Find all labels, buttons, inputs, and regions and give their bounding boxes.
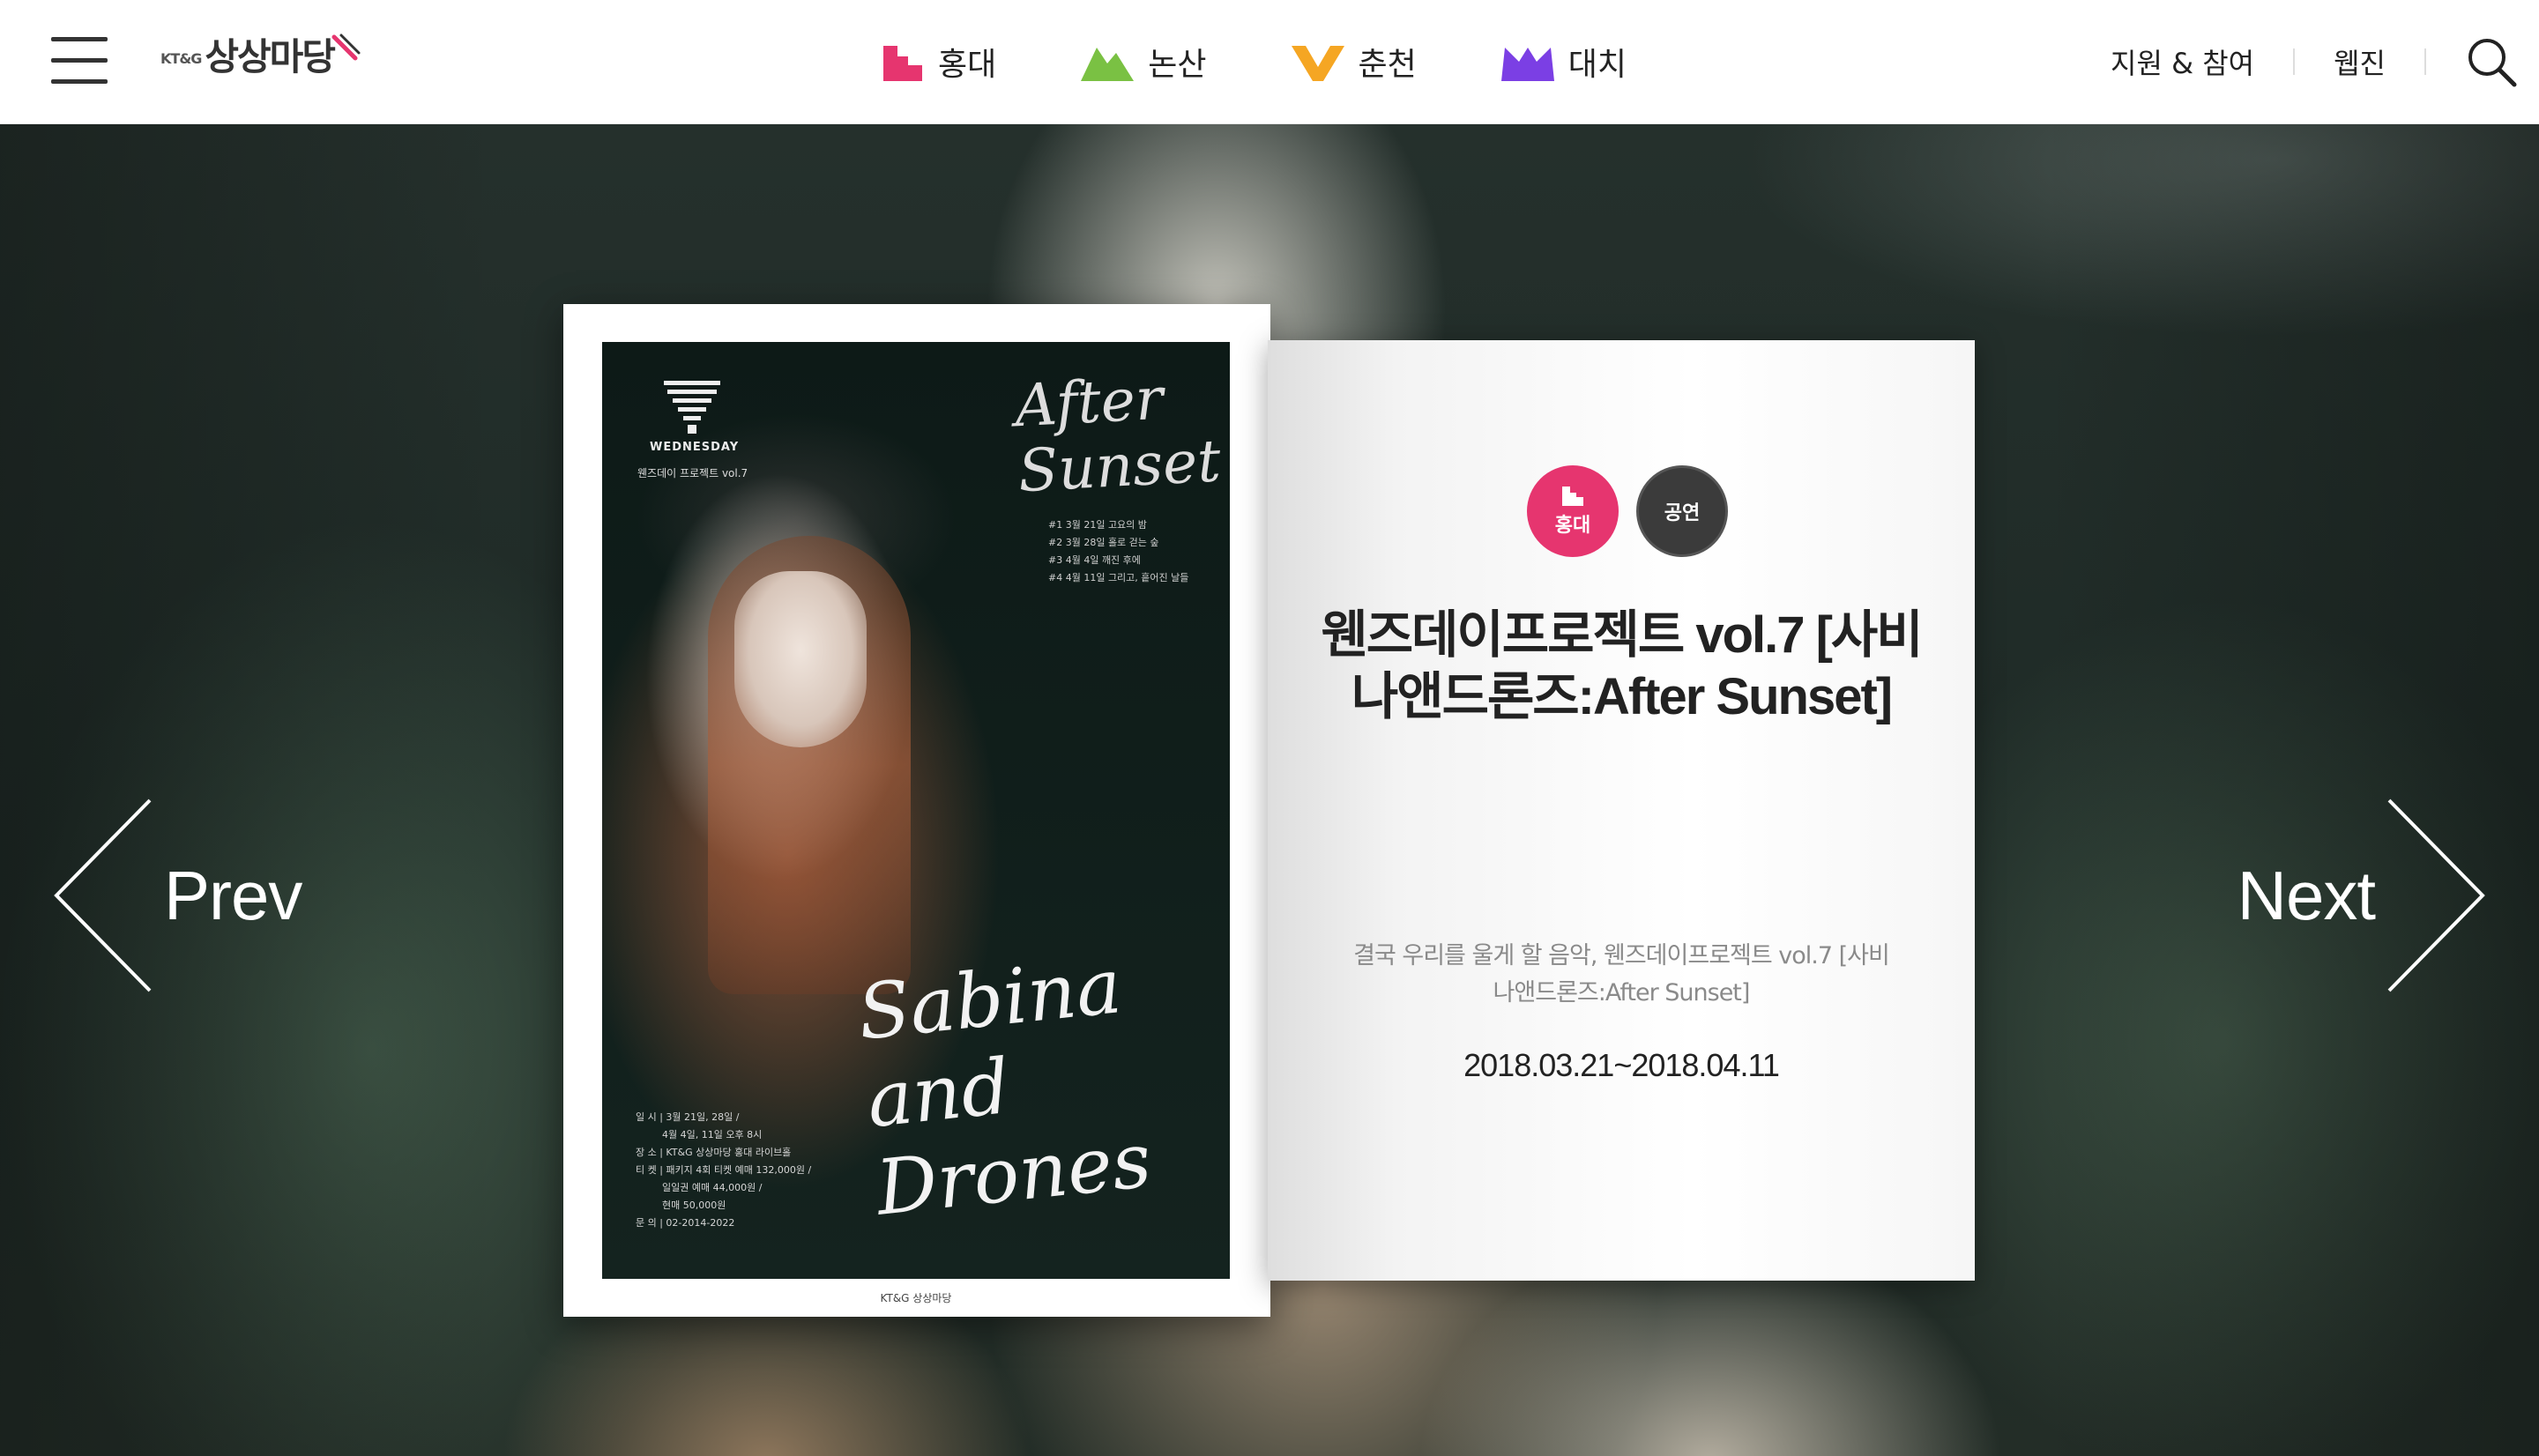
hongdae-stairs-icon: [1562, 487, 1583, 506]
logo-text: 상상마당: [205, 35, 336, 78]
webzine-link[interactable]: 웹진: [2334, 41, 2386, 82]
poster-schedule-line: #4 4월 11일 그리고, 흩어진 날들: [1048, 572, 1189, 583]
nav-label: 대치: [1567, 47, 1627, 83]
poster-info-line: 문 의 | 02-2014-2022: [636, 1217, 735, 1229]
support-link[interactable]: 지원 & 참여: [2111, 41, 2254, 82]
divider: [2424, 48, 2426, 75]
nav-label: 홍대: [938, 47, 997, 83]
poster-script-title: Sabina and Drones: [853, 942, 1156, 1233]
badge-label: 공연: [1664, 502, 1701, 524]
poster-image: WEDNESDAY 웬즈데이 프로젝트 vol.7 After Sunset #…: [602, 342, 1230, 1279]
menu-icon[interactable]: [51, 37, 108, 85]
hero-shade-right: [2045, 124, 2539, 1456]
site-header: KT&G 상상마당 홍대 논산 춘천 대치 지원 & 참여 웹진: [0, 0, 2539, 124]
poster-info-line: 일일권 예매 44,000원 /: [662, 1182, 763, 1193]
nav-label: 논산: [1148, 47, 1207, 83]
poster-subtitle: 웬즈데이 프로젝트 vol.7: [637, 467, 748, 479]
chevron-right-icon: [2387, 799, 2485, 992]
location-nav: 홍대 논산 춘천 대치: [882, 35, 1711, 88]
divider: [2293, 48, 2296, 75]
nonsan-mountain-icon: [1081, 48, 1135, 81]
utility-nav: 지원 & 참여 웹진: [2111, 35, 2539, 88]
next-label: Next: [2237, 856, 2376, 934]
event-title[interactable]: 웬즈데이프로젝트 vol.7 [사비나앤드론즈:After Sunset]: [1321, 605, 1923, 728]
event-card[interactable]: 홍대 공연 웬즈데이프로젝트 vol.7 [사비나앤드론즈:After Suns…: [1268, 340, 1975, 1281]
poster-info-line: 티 켓 | 패키지 4회 티켓 예매 132,000원 /: [636, 1164, 812, 1176]
poster-figure-face: [734, 571, 867, 747]
poster-w-logo-icon: [664, 381, 720, 434]
nav-item-hongdae[interactable]: 홍대: [882, 39, 996, 85]
nav-item-daechi[interactable]: 대치: [1500, 39, 1627, 85]
poster-schedule-line: #3 4월 4일 깨진 후에: [1048, 554, 1141, 566]
poster-info-line: 현매 50,000원: [662, 1200, 726, 1211]
daechi-crown-icon: [1500, 48, 1554, 81]
logo-small-text: KT&G: [160, 50, 202, 67]
poster-footer-logo: KT&G 상상마당: [880, 1292, 952, 1304]
chuncheon-v-icon: [1291, 46, 1344, 81]
nav-label: 춘천: [1358, 47, 1417, 83]
nav-item-nonsan[interactable]: 논산: [1081, 39, 1207, 85]
poster-info-line: 일 시 | 3월 21일, 28일 /: [636, 1111, 740, 1123]
hero-slider: WEDNESDAY 웬즈데이 프로젝트 vol.7 After Sunset #…: [0, 124, 2539, 1456]
event-poster[interactable]: WEDNESDAY 웬즈데이 프로젝트 vol.7 After Sunset #…: [563, 304, 1270, 1317]
event-badges: 홍대 공연: [1527, 465, 1746, 557]
poster-schedule-line: #1 3월 21일 고요의 밤: [1048, 519, 1147, 531]
poster-schedule-line: #2 3월 28일 홀로 걷는 숲: [1048, 537, 1159, 548]
poster-info-line: 장 소 | KT&G 상상마당 홍대 라이브홀: [636, 1147, 792, 1158]
poster-schedule: #1 3월 21일 고요의 밤 #2 3월 28일 홀로 걷는 숲 #3 4월 …: [1048, 516, 1188, 587]
badge-label: 홍대: [1554, 515, 1591, 537]
badge-performance: 공연: [1636, 465, 1728, 557]
poster-wednesday-text: WEDNESDAY: [650, 441, 740, 454]
event-date: 2018.03.21~2018.04.11: [1463, 1047, 1780, 1083]
hongdae-stairs-icon: [883, 46, 922, 81]
hero-shade-left: [0, 124, 494, 1456]
event-description: 결국 우리를 울게 할 음악, 웬즈데이프로젝트 vol.7 [사비나앤드론즈:…: [1353, 942, 1890, 1007]
chevron-left-icon: [54, 799, 152, 992]
poster-info: 일 시 | 3월 21일, 28일 / 4월 4일, 11일 오후 8시 장 소…: [636, 1109, 811, 1232]
poster-info-line: 4월 4일, 11일 오후 8시: [662, 1129, 763, 1140]
logo[interactable]: KT&G 상상마당: [160, 25, 364, 86]
nav-item-chuncheon[interactable]: 춘천: [1291, 39, 1417, 85]
logo-mark-icon: [331, 33, 361, 61]
search-icon[interactable]: [2465, 35, 2518, 88]
next-button[interactable]: Next: [2237, 794, 2488, 997]
prev-label: Prev: [164, 856, 302, 934]
badge-hongdae: 홍대: [1527, 465, 1619, 557]
prev-button[interactable]: Prev: [51, 794, 302, 997]
poster-after-sunset: After Sunset: [1013, 364, 1223, 506]
